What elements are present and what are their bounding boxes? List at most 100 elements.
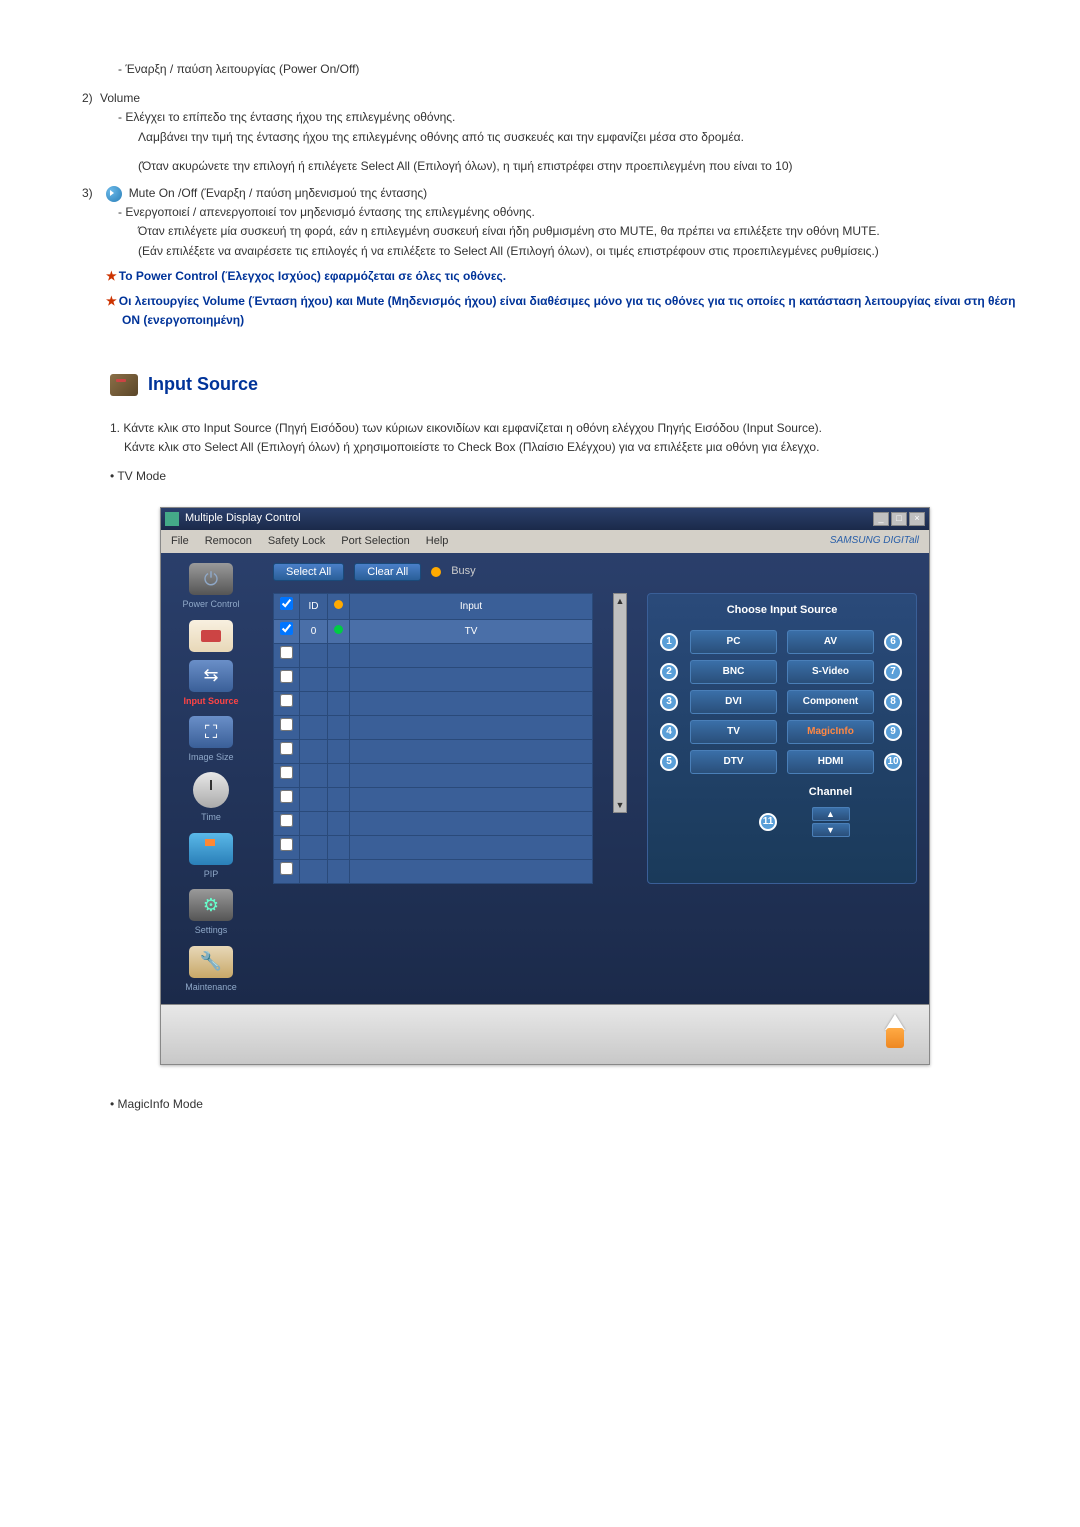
source-dtv-button[interactable]: DTV (690, 750, 777, 774)
bullet-tv-mode: • TV Mode (110, 467, 1030, 486)
item-power-line: - Έναρξη / παύση λειτουργίας (Power On/O… (118, 60, 1030, 79)
note-power-control: ★Το Power Control (Έλεγχος Ισχύος) εφαρμ… (106, 267, 1030, 286)
source-hdmi-button[interactable]: HDMI (787, 750, 874, 774)
note-volume-mute: ★Οι λειτουργίες Volume (Ένταση ήχου) και… (106, 292, 1030, 330)
table-row[interactable] (274, 716, 593, 740)
app-window: Multiple Display Control _ □ × File Remo… (160, 507, 930, 1065)
item-volume-sub2: Λαμβάνει την τιμή της έντασης ήχου της ε… (138, 128, 1030, 147)
sidebar-item-power-control[interactable]: ⏻ Power Control (171, 563, 251, 611)
footer (161, 1004, 929, 1064)
clear-all-button[interactable]: Clear All (354, 563, 421, 581)
sidebar-item-settings[interactable]: ⚙ Settings (171, 889, 251, 937)
table-row[interactable] (274, 740, 593, 764)
menu-remocon[interactable]: Remocon (205, 533, 252, 551)
sidebar: ⏻ Power Control ⇆ Input Source ⛶ Image S… (161, 553, 261, 1004)
table-row[interactable]: 0 TV (274, 620, 593, 644)
table-row[interactable] (274, 668, 593, 692)
maximize-button[interactable]: □ (891, 512, 907, 526)
section-title: Input Source (148, 370, 258, 399)
table-row[interactable] (274, 764, 593, 788)
input-source-icon: ⇆ (189, 660, 233, 692)
status-icon (334, 625, 343, 634)
cursor-pointer-icon (881, 1014, 909, 1054)
source-bnc-button[interactable]: BNC (690, 660, 777, 684)
table-row[interactable] (274, 692, 593, 716)
toolbar: Select All Clear All Busy (273, 563, 917, 581)
source-component-button[interactable]: Component (787, 690, 874, 714)
sidebar-item-remote[interactable] (171, 620, 251, 652)
channel-down-button[interactable]: ▼ (812, 823, 850, 837)
menu-file[interactable]: File (171, 533, 189, 551)
select-all-button[interactable]: Select All (273, 563, 344, 581)
table-row[interactable] (274, 836, 593, 860)
section-input-source: Input Source (110, 370, 1030, 399)
input-source-panel: Choose Input Source 1 PC AV 6 2 BNC S-Vi… (647, 593, 917, 884)
image-size-icon: ⛶ (189, 716, 233, 748)
window-title: Multiple Display Control (185, 510, 873, 528)
source-tv-button[interactable]: TV (690, 720, 777, 744)
channel-up-button[interactable]: ▲ (812, 807, 850, 821)
sidebar-item-maintenance[interactable]: 🔧 Maintenance (171, 946, 251, 994)
sidebar-item-input-source[interactable]: ⇆ Input Source (171, 660, 251, 708)
badge-2: 2 (660, 663, 678, 681)
col-status (328, 594, 350, 620)
badge-7: 7 (884, 663, 902, 681)
menu-help[interactable]: Help (426, 533, 449, 551)
sidebar-item-pip[interactable]: PIP (171, 833, 251, 881)
row-checkbox[interactable] (280, 622, 293, 635)
badge-5: 5 (660, 753, 678, 771)
source-svideo-button[interactable]: S-Video (787, 660, 874, 684)
mute-icon (106, 186, 122, 202)
item-volume: 2)Volume (82, 89, 1030, 108)
pip-icon (189, 833, 233, 865)
badge-3: 3 (660, 693, 678, 711)
device-grid: ID Input 0 TV (273, 593, 593, 884)
source-magicinfo-button[interactable]: MagicInfo (787, 720, 874, 744)
sidebar-item-image-size[interactable]: ⛶ Image Size (171, 716, 251, 764)
titlebar: Multiple Display Control _ □ × (161, 508, 929, 530)
badge-1: 1 (660, 633, 678, 651)
maintenance-icon: 🔧 (189, 946, 233, 978)
badge-10: 10 (884, 753, 902, 771)
menubar: File Remocon Safety Lock Port Selection … (161, 530, 929, 554)
item-volume-sub1: - Ελέγχει το επίπεδο της έντασης ήχου τη… (118, 108, 1030, 127)
item-mute-sub1: - Ενεργοποιεί / απενεργοποιεί τον μηδενι… (118, 203, 1030, 222)
settings-icon: ⚙ (189, 889, 233, 921)
time-icon (193, 772, 229, 808)
power-control-icon: ⏻ (189, 563, 233, 595)
badge-4: 4 (660, 723, 678, 741)
busy-label: Busy (451, 563, 475, 581)
item-mute-sub3: (Εάν επιλέξετε να αναιρέσετε τις επιλογέ… (138, 242, 1030, 261)
badge-9: 9 (884, 723, 902, 741)
col-check[interactable] (274, 594, 300, 620)
badge-11: 11 (759, 813, 777, 831)
source-pc-button[interactable]: PC (690, 630, 777, 654)
busy-indicator-icon (431, 567, 441, 577)
menu-safety-lock[interactable]: Safety Lock (268, 533, 325, 551)
remote-icon (189, 620, 233, 652)
table-row[interactable] (274, 812, 593, 836)
panel-title: Choose Input Source (660, 602, 904, 620)
menu-port-selection[interactable]: Port Selection (341, 533, 409, 551)
badge-8: 8 (884, 693, 902, 711)
app-icon (165, 512, 179, 526)
item-volume-sub3: (Όταν ακυρώνετε την επιλογή ή επιλέγετε … (138, 157, 1030, 176)
step-1: 1. Κάντε κλικ στο Input Source (Πηγή Εισ… (110, 419, 1030, 457)
badge-6: 6 (884, 633, 902, 651)
sidebar-item-time[interactable]: Time (171, 772, 251, 824)
col-id: ID (300, 594, 328, 620)
table-row[interactable] (274, 788, 593, 812)
table-row[interactable] (274, 644, 593, 668)
item-mute: 3) Mute On /Off (Έναρξη / παύση μηδενισμ… (82, 184, 1030, 203)
source-dvi-button[interactable]: DVI (690, 690, 777, 714)
scrollbar[interactable]: ▲▼ (613, 593, 627, 813)
monitor-icon (110, 374, 138, 396)
brand-logo: SAMSUNG DIGITall (830, 533, 919, 549)
close-button[interactable]: × (909, 512, 925, 526)
col-input: Input (350, 594, 593, 620)
source-av-button[interactable]: AV (787, 630, 874, 654)
item-mute-sub2: Όταν επιλέγετε μία συσκευή τη φορά, εάν … (138, 222, 1030, 241)
channel-label: Channel (787, 784, 874, 802)
minimize-button[interactable]: _ (873, 512, 889, 526)
table-row[interactable] (274, 860, 593, 884)
